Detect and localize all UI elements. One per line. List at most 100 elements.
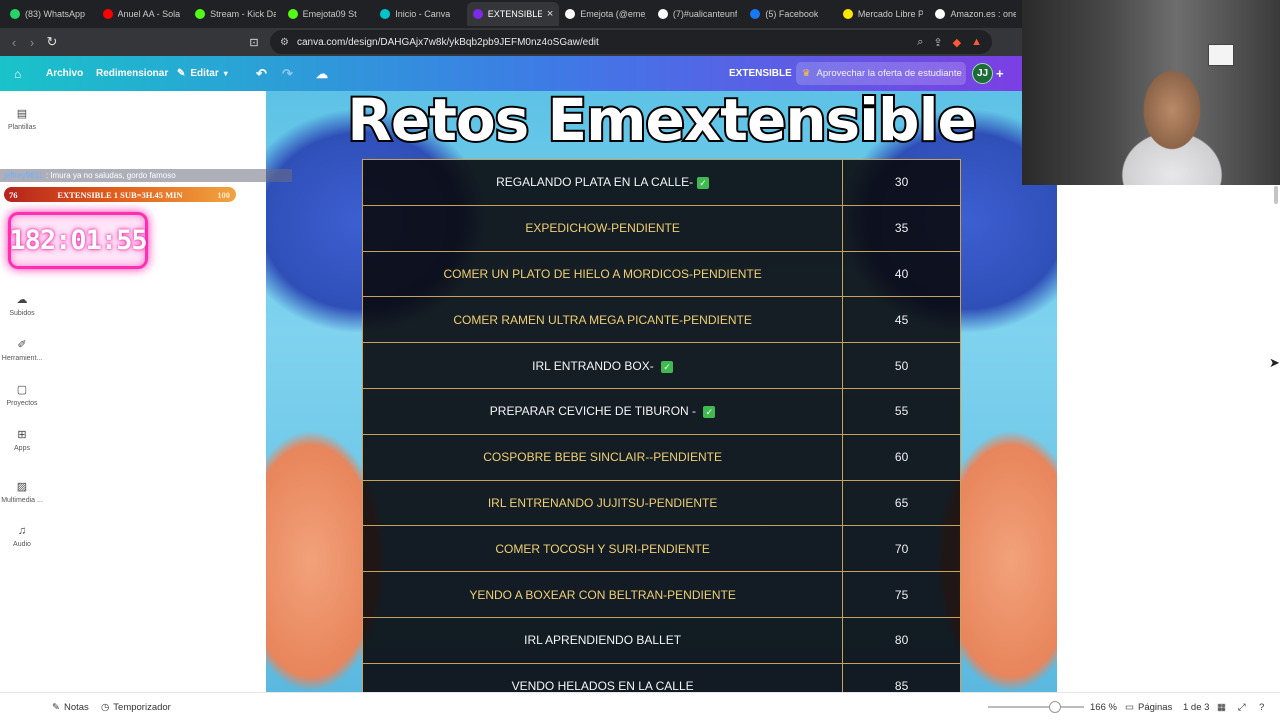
sub-goal-target: 100: [217, 189, 230, 200]
browser-tab[interactable]: Amazon.es : one: [929, 2, 1022, 26]
browser-tab[interactable]: Inicio - Canva: [374, 2, 467, 26]
chat-message-overlay: jeffrey9811 : Imura ya no saludas, gordo…: [0, 169, 292, 182]
challenge-task: COMER TOCOSH Y SURI-PENDIENTE: [361, 525, 844, 573]
sidebar-item[interactable]: ☁ Subidos: [0, 293, 44, 317]
amazon-icon: [935, 9, 946, 19]
zoom-slider-handle[interactable]: [1049, 701, 1061, 713]
chat-text: : Imura ya no saludas, gordo famoso: [45, 171, 176, 180]
challenge-task: COMER UN PLATO DE HIELO A MORDICOS-PENDI…: [361, 250, 844, 298]
challenge-task: IRL ENTRANDO BOX- ✓: [361, 342, 844, 389]
file-menu-button[interactable]: Archivo: [46, 56, 83, 91]
canva-icon: [472, 9, 483, 19]
cloud-sync-icon[interactable]: ☁: [316, 56, 328, 91]
challenge-sub-count: 65: [842, 479, 961, 527]
brave-rewards-icon[interactable]: ▲: [971, 36, 982, 49]
design-name[interactable]: EXTENSIBLE: [729, 56, 792, 91]
challenges-table[interactable]: REGALANDO PLATA EN LA CALLE- ✓ 30 EXPEDICHO…: [361, 159, 961, 692]
help-icon[interactable]: ?: [1259, 693, 1264, 720]
mouse-cursor-icon: ➤: [1269, 355, 1280, 370]
workspace-margin: [1057, 185, 1280, 692]
browser-tab-strip: (83) WhatsApp Anuel AA - Sola Stream - Kic…: [0, 0, 1022, 28]
browser-tab[interactable]: Emejota09 St: [282, 2, 375, 26]
challenge-task-text: VENDO HELADOS EN LA CALLE: [511, 679, 694, 692]
browser-tab-title: Inicio - Canva: [395, 9, 451, 19]
sidebar-item[interactable]: ⊞ Apps: [0, 428, 44, 452]
notes-button[interactable]: ✎ Notas: [52, 693, 89, 720]
pages-icon: ▭: [1125, 701, 1134, 713]
edit-mode-label: Editar: [190, 68, 219, 79]
add-collaborator-icon[interactable]: +: [996, 56, 1004, 91]
kick-icon: [287, 9, 298, 19]
zoom-level[interactable]: 166 %: [1090, 693, 1117, 720]
challenge-sub-count: 60: [842, 433, 961, 481]
design-canvas[interactable]: Retos Emextensible REGALANDO PLATA EN LA…: [266, 91, 1057, 692]
browser-tab[interactable]: Anuel AA - Sola: [97, 2, 190, 26]
stopwatch-icon: ◷: [101, 701, 110, 713]
grid-view-icon[interactable]: ▦: [1217, 693, 1226, 720]
student-offer-button[interactable]: ♛ Aprovechar la oferta de estudiante: [796, 62, 966, 85]
browser-tab-title: Stream - Kick Da: [210, 9, 276, 19]
browser-tab-title: (83) WhatsApp: [25, 9, 86, 19]
challenge-task: REGALANDO PLATA EN LA CALLE- ✓: [361, 159, 844, 206]
fullscreen-icon[interactable]: ⤢: [1238, 693, 1246, 720]
browser-tab[interactable]: (5) Facebook: [744, 2, 837, 26]
zoom-slider[interactable]: [988, 706, 1084, 708]
browser-tab[interactable]: Mercado Libre P: [837, 2, 930, 26]
browser-tab[interactable]: (83) WhatsApp: [4, 2, 97, 26]
sidebar-item[interactable]: ✐ Herramient...: [0, 338, 44, 362]
browser-tab-title: EXTENSIBLE: [487, 9, 542, 19]
url-text: canva.com/design/DAHGAjx7w8k/ykBqb2pb9JE…: [296, 36, 599, 48]
browser-tab[interactable]: EXTENSIBLE ×: [466, 2, 560, 26]
pages-label: Páginas: [1137, 701, 1173, 713]
home-button[interactable]: ⌂: [14, 56, 21, 91]
browser-tab[interactable]: Emejota (@emej: [559, 2, 652, 26]
check-icon: ✓: [703, 406, 716, 419]
challenge-task-text: COSPOBRE BEBE SINCLAIR--PENDIENTE: [483, 450, 722, 465]
kick-icon: [195, 9, 206, 19]
challenge-sub-count: 30: [842, 159, 961, 206]
sidebar-item[interactable]: ▤ Plantillas: [0, 107, 44, 131]
avatar[interactable]: JJ: [972, 63, 993, 84]
bookmark-icon[interactable]: ⊡: [244, 32, 264, 52]
browser-tab[interactable]: (7)#ualicanteunf: [652, 2, 745, 26]
site-info-icon[interactable]: ⚙: [280, 37, 289, 48]
sidebar-item[interactable]: ▢ Proyectos: [0, 383, 44, 407]
templates-icon: ▤: [16, 108, 28, 120]
challenge-row: COMER UN PLATO DE HIELO A MORDICOS-PENDI…: [361, 250, 961, 298]
sidebar-item[interactable]: ♫ Audio: [0, 525, 44, 548]
stream-timer: 182:01:55: [8, 212, 148, 269]
browser-toolbar: ‹ › ↻ ⊡ ⚙ canva.com/design/DAHGAjx7w8k/y…: [0, 28, 1022, 56]
challenge-task: COSPOBRE BEBE SINCLAIR--PENDIENTE: [361, 433, 844, 481]
timer-label: Temporizador: [113, 701, 171, 713]
address-bar[interactable]: ⚙ canva.com/design/DAHGAjx7w8k/ykBqb2pb9…: [270, 30, 992, 54]
undo-icon[interactable]: ↶: [256, 56, 267, 91]
pages-button[interactable]: ▭ Páginas: [1125, 693, 1172, 720]
page-indicator[interactable]: 1 de 3: [1183, 693, 1209, 720]
browser-tab[interactable]: Stream - Kick Da: [189, 2, 282, 26]
challenge-task-text: COMER TOCOSH Y SURI-PENDIENTE: [495, 541, 710, 556]
sidebar-item[interactable]: ▨ Multimedia ...: [0, 480, 44, 504]
challenge-task: IRL APRENDIENDO BALLET: [361, 616, 844, 664]
sidebar-item-label: Herramient...: [1, 355, 43, 362]
zoom-icon[interactable]: ⌕: [917, 36, 923, 49]
forward-icon[interactable]: ›: [22, 32, 42, 52]
challenge-row: REGALANDO PLATA EN LA CALLE- ✓ 30: [361, 159, 961, 206]
edit-mode-button[interactable]: ✎ Editar ▾: [177, 56, 228, 91]
challenge-task: PREPARAR CEVICHE DE TIBURON - ✓: [361, 387, 844, 435]
check-icon: ✓: [697, 177, 710, 190]
sidebar-item-label: Audio: [13, 541, 31, 548]
reload-icon[interactable]: ↻: [42, 32, 62, 52]
brave-shield-icon[interactable]: ◆: [953, 36, 961, 49]
back-icon[interactable]: ‹: [4, 32, 24, 52]
resize-button[interactable]: Redimensionar: [96, 56, 168, 91]
redo-icon[interactable]: ↷: [282, 56, 293, 91]
challenge-row: IRL APRENDIENDO BALLET 80: [361, 616, 961, 664]
timer-button[interactable]: ◷ Temporizador: [101, 693, 171, 720]
share-icon[interactable]: ⇪: [933, 36, 942, 49]
music-icon: ♫: [17, 525, 27, 537]
notes-label: Notas: [63, 701, 89, 713]
close-tab-icon[interactable]: ×: [547, 8, 553, 20]
design-title[interactable]: Retos Emextensible: [266, 91, 1057, 151]
browser-tab-title: (5) Facebook: [765, 9, 819, 19]
vertical-scrollbar[interactable]: [1274, 186, 1278, 204]
